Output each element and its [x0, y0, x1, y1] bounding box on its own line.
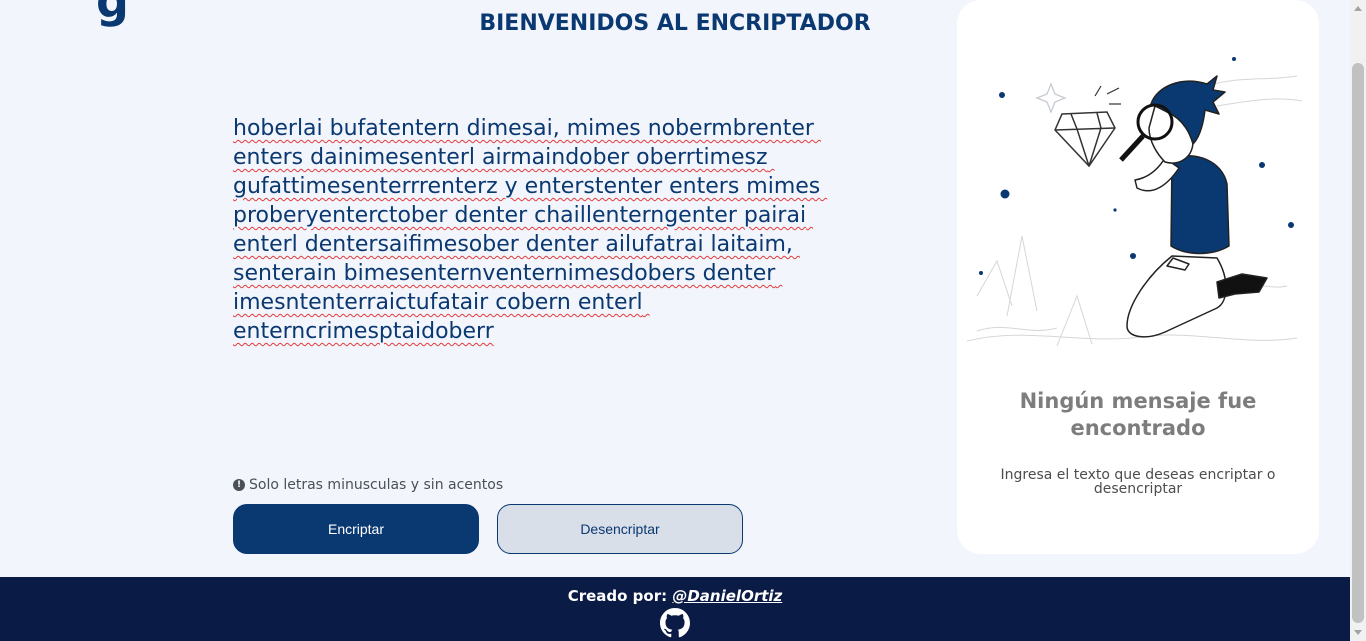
scroll-up-arrow-icon[interactable]: [1354, 6, 1362, 11]
page-scrollbar[interactable]: [1350, 0, 1366, 641]
message-input[interactable]: hoberlai bufatentern dimesai, mimes nobe…: [233, 114, 833, 444]
empty-state-description: Ingresa el texto que deseas encriptar o …: [1000, 467, 1276, 497]
scroll-down-arrow-icon[interactable]: [1354, 630, 1362, 635]
footer: Creado por: @DanielOrtiz: [0, 577, 1350, 641]
output-panel: Ningún mensaje fue encontrado Ingresa el…: [957, 0, 1319, 554]
credit-prefix: Creado por:: [567, 587, 668, 605]
input-hint: ! Solo letras minusculas y sin acentos: [233, 477, 503, 493]
decrypt-button[interactable]: Desencriptar: [497, 504, 743, 554]
empty-state-title: Ningún mensaje fue encontrado: [1019, 389, 1257, 440]
credit-line: Creado por: @DanielOrtiz: [0, 587, 1350, 605]
page-title: BIENVENIDOS AL ENCRIPTADOR: [479, 11, 871, 36]
github-icon[interactable]: [660, 608, 690, 638]
exclamation-circle-icon: !: [233, 479, 245, 491]
scrollbar-thumb[interactable]: [1352, 63, 1364, 623]
author-link[interactable]: @DanielOrtiz: [672, 587, 782, 605]
hint-text: Solo letras minusculas y sin acentos: [249, 477, 504, 493]
logo: g: [96, 0, 129, 28]
boy-with-magnifying-glass-illustration: [967, 57, 1303, 347]
encrypt-button[interactable]: Encriptar: [233, 504, 479, 554]
